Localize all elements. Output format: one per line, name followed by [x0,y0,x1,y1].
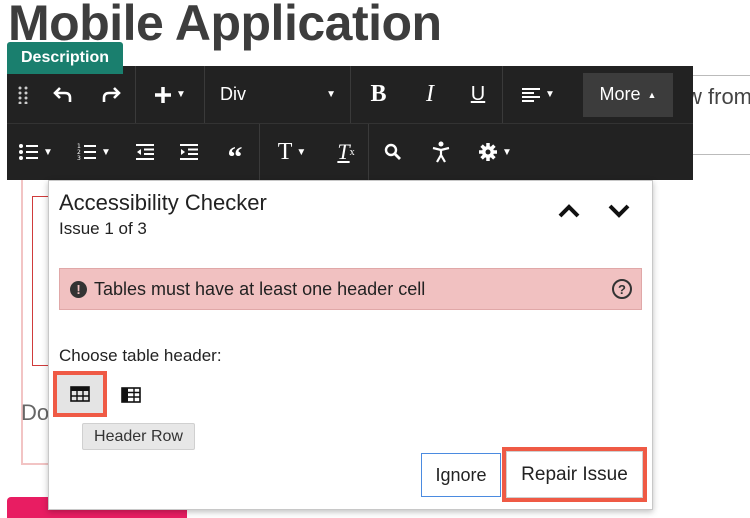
error-message-box: ! Tables must have at least one header c… [59,268,642,310]
block-format-value: Div [220,84,246,104]
caret-down-icon: ▼ [545,89,555,100]
indent-icon [180,144,198,160]
caret-down-icon: ▼ [502,146,512,158]
gear-icon [479,143,498,161]
caret-down-icon: ▼ [176,89,186,100]
svg-text:3: 3 [77,155,81,161]
accessibility-icon[interactable] [417,124,465,180]
outdent-button[interactable] [123,124,167,180]
header-row-button[interactable] [53,371,107,417]
bullet-list-icon [19,144,39,160]
block-format-select[interactable]: Div ▼ [205,66,350,123]
indent-button[interactable] [167,124,211,180]
chevron-down-icon [608,204,630,218]
choose-header-label: Choose table header: [59,346,222,365]
toolbar-row-2: ▼ 123 ▼ “ T ▼ Tx ▼ [7,123,693,180]
numbered-list-button[interactable]: 123 ▼ [65,124,123,180]
bold-button[interactable]: B [351,66,406,123]
caret-down-icon: ▼ [296,146,307,158]
text-format-icon: T [277,138,293,165]
editor-toolbar: ▼ Div ▼ B I U ▼ More ▲ ▼ 123 ▼ “ T ▼ T x… [7,66,693,180]
header-column-button[interactable] [117,381,145,409]
repair-issue-label: Repair Issue [506,451,643,498]
table-header-column-icon [121,387,141,403]
description-tab[interactable]: Description [7,42,123,74]
background-text: w from [686,84,750,109]
more-label: More [599,84,641,104]
caret-down-icon: ▼ [101,146,111,158]
header-row-tooltip: Header Row [82,423,195,450]
text-format-button[interactable]: T ▼ [260,124,324,180]
clear-format-icon: T [337,139,350,164]
caret-down-icon: ▼ [43,146,53,158]
italic-button[interactable]: I [406,66,454,123]
quote-icon[interactable]: “ [211,124,259,180]
align-button[interactable]: ▼ [503,66,573,123]
caret-down-icon: ▼ [326,89,336,100]
help-icon[interactable]: ? [612,279,632,299]
exclamation-icon: ! [70,280,87,298]
clear-format-button[interactable]: Tx [324,124,368,180]
align-icon [522,87,541,102]
insert-button[interactable]: ▼ [136,66,204,123]
toolbar-row-1: ▼ Div ▼ B I U ▼ More ▲ [7,66,693,123]
accessibility-checker-panel: Accessibility Checker Issue 1 of 3 ! Tab… [48,180,653,510]
outdent-icon [136,144,154,160]
caret-up-icon: ▲ [647,89,657,100]
error-message: Tables must have at least one header cel… [94,278,426,299]
next-issue-button[interactable] [607,201,631,221]
repair-issue-button[interactable]: Repair Issue [502,447,647,502]
drag-handle-icon[interactable] [7,66,39,123]
numbered-list-icon: 123 [77,143,97,161]
table-header-row-icon [70,386,90,402]
issue-counter: Issue 1 of 3 [59,219,147,238]
settings-button[interactable]: ▼ [465,124,525,180]
undo-icon[interactable] [39,66,87,123]
redo-icon[interactable] [87,66,135,123]
chevron-up-icon [558,204,580,218]
search-icon[interactable] [369,124,417,180]
bullet-list-button[interactable]: ▼ [7,124,65,180]
underline-button[interactable]: U [454,66,502,123]
ignore-button[interactable]: Ignore [421,453,501,497]
plus-icon [155,86,172,103]
previous-issue-button[interactable] [557,201,581,221]
more-button[interactable]: More ▲ [583,72,673,117]
background-text-fragment: Do [21,400,50,425]
checker-title: Accessibility Checker [59,190,267,215]
